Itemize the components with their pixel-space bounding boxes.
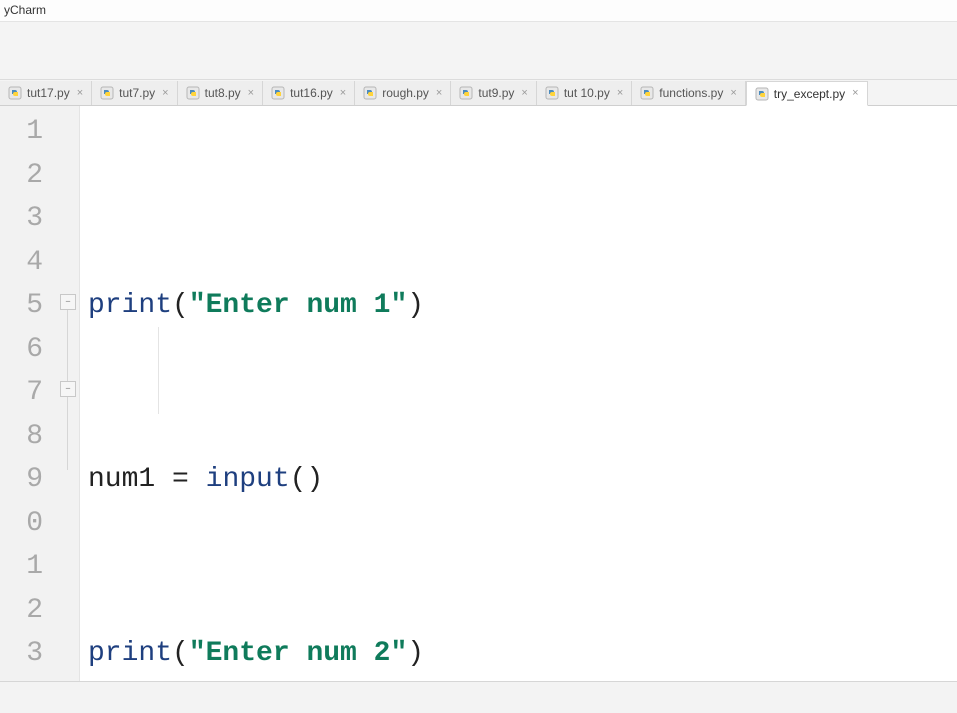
tab-tut9[interactable]: tut9.py × [451,81,536,105]
tab-tut17[interactable]: tut17.py × [0,81,92,105]
window-titlebar: yCharm [0,0,957,22]
tab-label: tut16.py [290,86,333,100]
close-icon[interactable]: × [162,88,168,99]
tab-tut16[interactable]: tut16.py × [263,81,355,105]
tab-label: tut9.py [478,86,514,100]
python-file-icon [8,86,22,100]
tab-label: tut 10.py [564,86,610,100]
line-number: 3 [0,197,79,241]
python-file-icon [100,86,114,100]
line-number: 0 [0,502,79,546]
python-file-icon [271,86,285,100]
tab-functions[interactable]: functions.py × [632,81,745,105]
close-icon[interactable]: × [852,88,858,99]
tab-label: tut7.py [119,86,155,100]
close-icon[interactable]: × [521,88,527,99]
toolbar-area [0,22,957,80]
tab-label: tut17.py [27,86,70,100]
line-number: 4 [0,241,79,285]
close-icon[interactable]: × [77,88,83,99]
tab-label: try_except.py [774,87,845,101]
close-icon[interactable]: × [730,88,736,99]
code-line[interactable]: num1 = input() [88,458,957,502]
python-file-icon [640,86,654,100]
line-number-gutter: 1 2 3 4 5 6 7 8 9 0 1 2 3 – – [0,106,80,681]
close-icon[interactable]: × [248,88,254,99]
line-number: 3 [0,632,79,676]
python-file-icon [459,86,473,100]
window-title: yCharm [4,3,46,17]
tab-label: tut8.py [205,86,241,100]
tab-tut8[interactable]: tut8.py × [178,81,263,105]
fold-toggle-icon[interactable]: – [60,294,76,310]
line-number: 2 [0,589,79,633]
tab-rough[interactable]: rough.py × [355,81,451,105]
python-file-icon [545,86,559,100]
python-file-icon [186,86,200,100]
code-line[interactable]: print("Enter num 1") [88,284,957,328]
code-area[interactable]: print("Enter num 1") num1 = input() prin… [80,106,957,681]
python-file-icon [363,86,377,100]
tab-tut7[interactable]: tut7.py × [92,81,177,105]
line-number: 1 [0,545,79,589]
code-line[interactable]: print("Enter num 2") [88,632,957,676]
indent-guide [158,327,159,414]
tab-try-except[interactable]: try_except.py × [746,81,868,106]
close-icon[interactable]: × [436,88,442,99]
close-icon[interactable]: × [617,88,623,99]
python-file-icon [755,87,769,101]
line-number: 2 [0,154,79,198]
close-icon[interactable]: × [340,88,346,99]
fold-toggle-icon[interactable]: – [60,381,76,397]
code-editor[interactable]: 1 2 3 4 5 6 7 8 9 0 1 2 3 – – print("Ent… [0,106,957,681]
line-number: 1 [0,110,79,154]
tab-label: rough.py [382,86,429,100]
tab-tut10[interactable]: tut 10.py × [537,81,632,105]
editor-tab-row: tut17.py × tut7.py × tut8.py × tut16.py … [0,80,957,106]
tab-label: functions.py [659,86,723,100]
